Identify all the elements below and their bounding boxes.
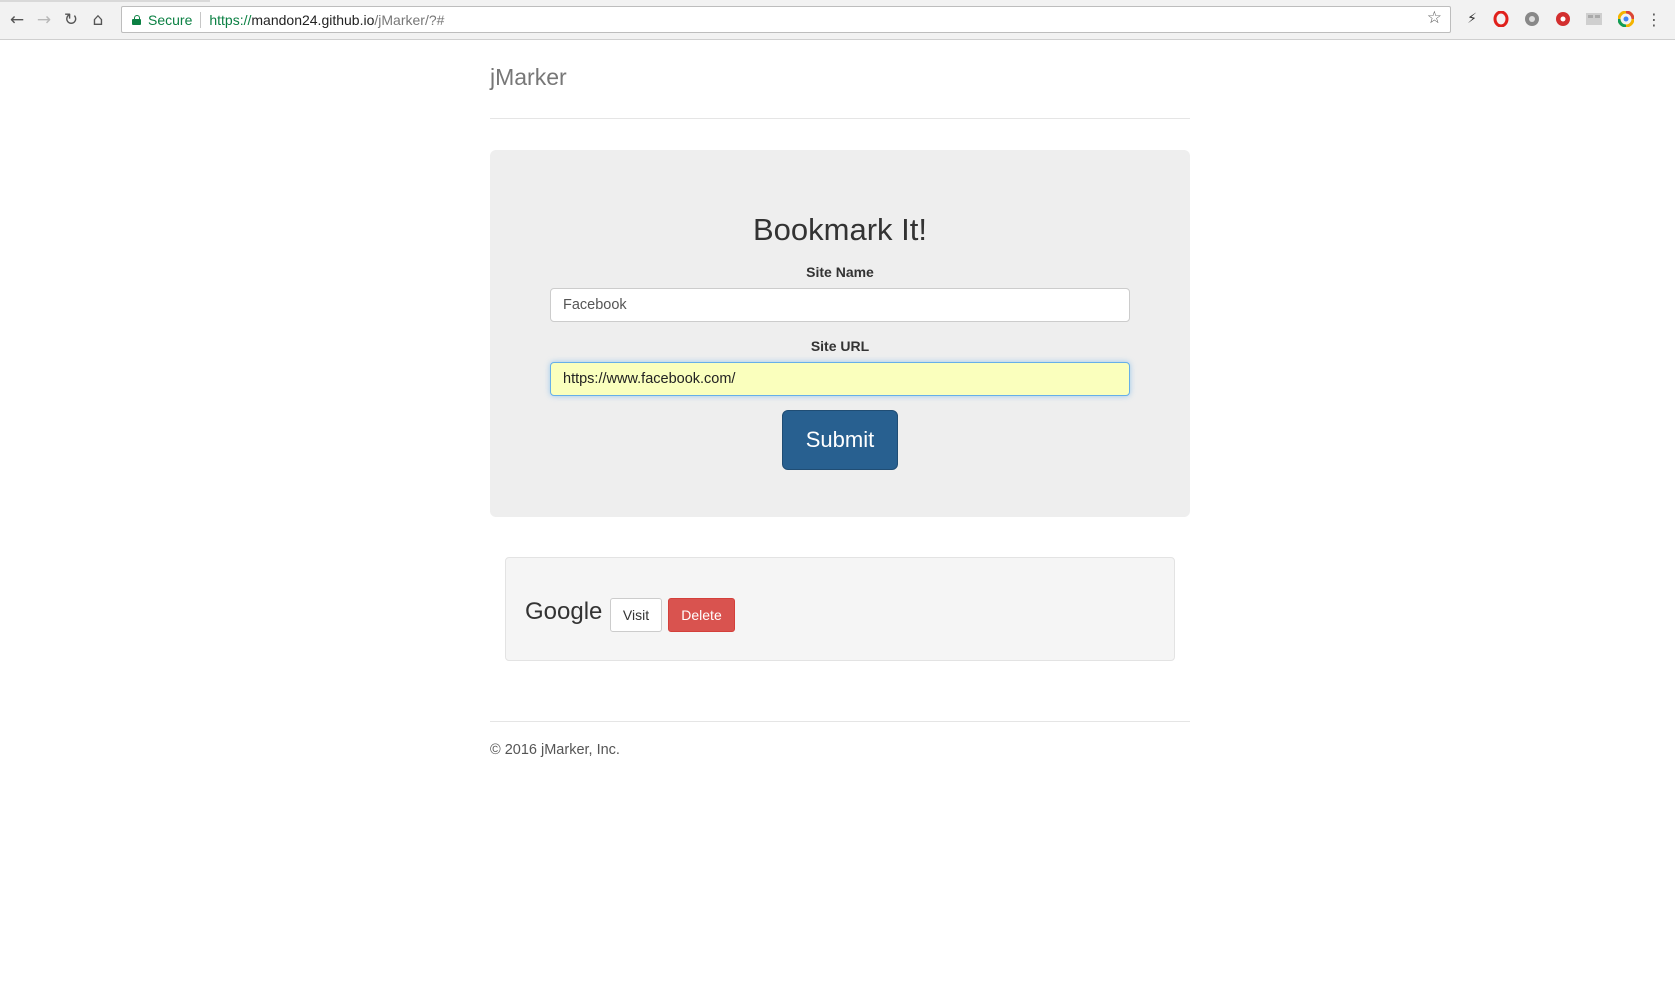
site-name-label: Site Name <box>806 264 874 280</box>
menu-kebab-icon[interactable]: ⋮ <box>1645 10 1663 29</box>
url-host: mandon24.github.io <box>251 11 375 28</box>
tab-strip-edge <box>0 0 210 2</box>
bookmark-list-item: Google Visit Delete <box>505 557 1175 661</box>
forward-arrow-icon[interactable]: → <box>33 9 55 31</box>
site-name-input[interactable] <box>550 288 1130 322</box>
submit-button[interactable]: Submit <box>782 410 898 470</box>
site-url-input[interactable] <box>550 362 1130 396</box>
opera-extension-icon[interactable] <box>1492 10 1510 28</box>
site-url-label: Site URL <box>810 338 870 354</box>
bookmark-name: Google <box>525 598 603 625</box>
header-divider <box>490 118 1190 119</box>
delete-button[interactable]: Delete <box>668 598 735 632</box>
form-title: Bookmark It! <box>753 212 927 247</box>
bookmark-form-panel: Bookmark It! Site Name Site URL Submit <box>490 150 1190 517</box>
browser-toolbar: ← → ↻ ⌂ Secure https://mandon24.github.i… <box>0 0 1675 40</box>
address-divider <box>200 11 202 28</box>
visit-button[interactable]: Visit <box>610 598 662 632</box>
footer-copyright: © 2016 jMarker, Inc. <box>490 742 620 758</box>
brand-title: jMarker <box>490 64 567 90</box>
address-bar[interactable]: Secure https://mandon24.github.io/jMarke… <box>121 6 1451 33</box>
red-gear-extension-icon[interactable] <box>1554 10 1572 28</box>
reload-icon[interactable]: ↻ <box>60 9 82 31</box>
bookmark-star-icon[interactable]: ☆ <box>1427 8 1442 28</box>
lock-icon <box>132 14 141 25</box>
grid-extension-icon[interactable] <box>1585 10 1603 28</box>
secure-label: Secure <box>148 11 193 28</box>
url-scheme: https:// <box>209 11 252 28</box>
url-path: /jMarker/?# <box>374 11 445 28</box>
back-arrow-icon[interactable]: ← <box>6 9 28 31</box>
globe-extension-icon[interactable] <box>1523 10 1541 28</box>
home-icon[interactable]: ⌂ <box>87 9 109 31</box>
lightning-extension-icon[interactable]: ⚡ <box>1463 10 1481 28</box>
footer-divider <box>490 721 1190 722</box>
chrome-extension-icon[interactable] <box>1617 10 1635 28</box>
